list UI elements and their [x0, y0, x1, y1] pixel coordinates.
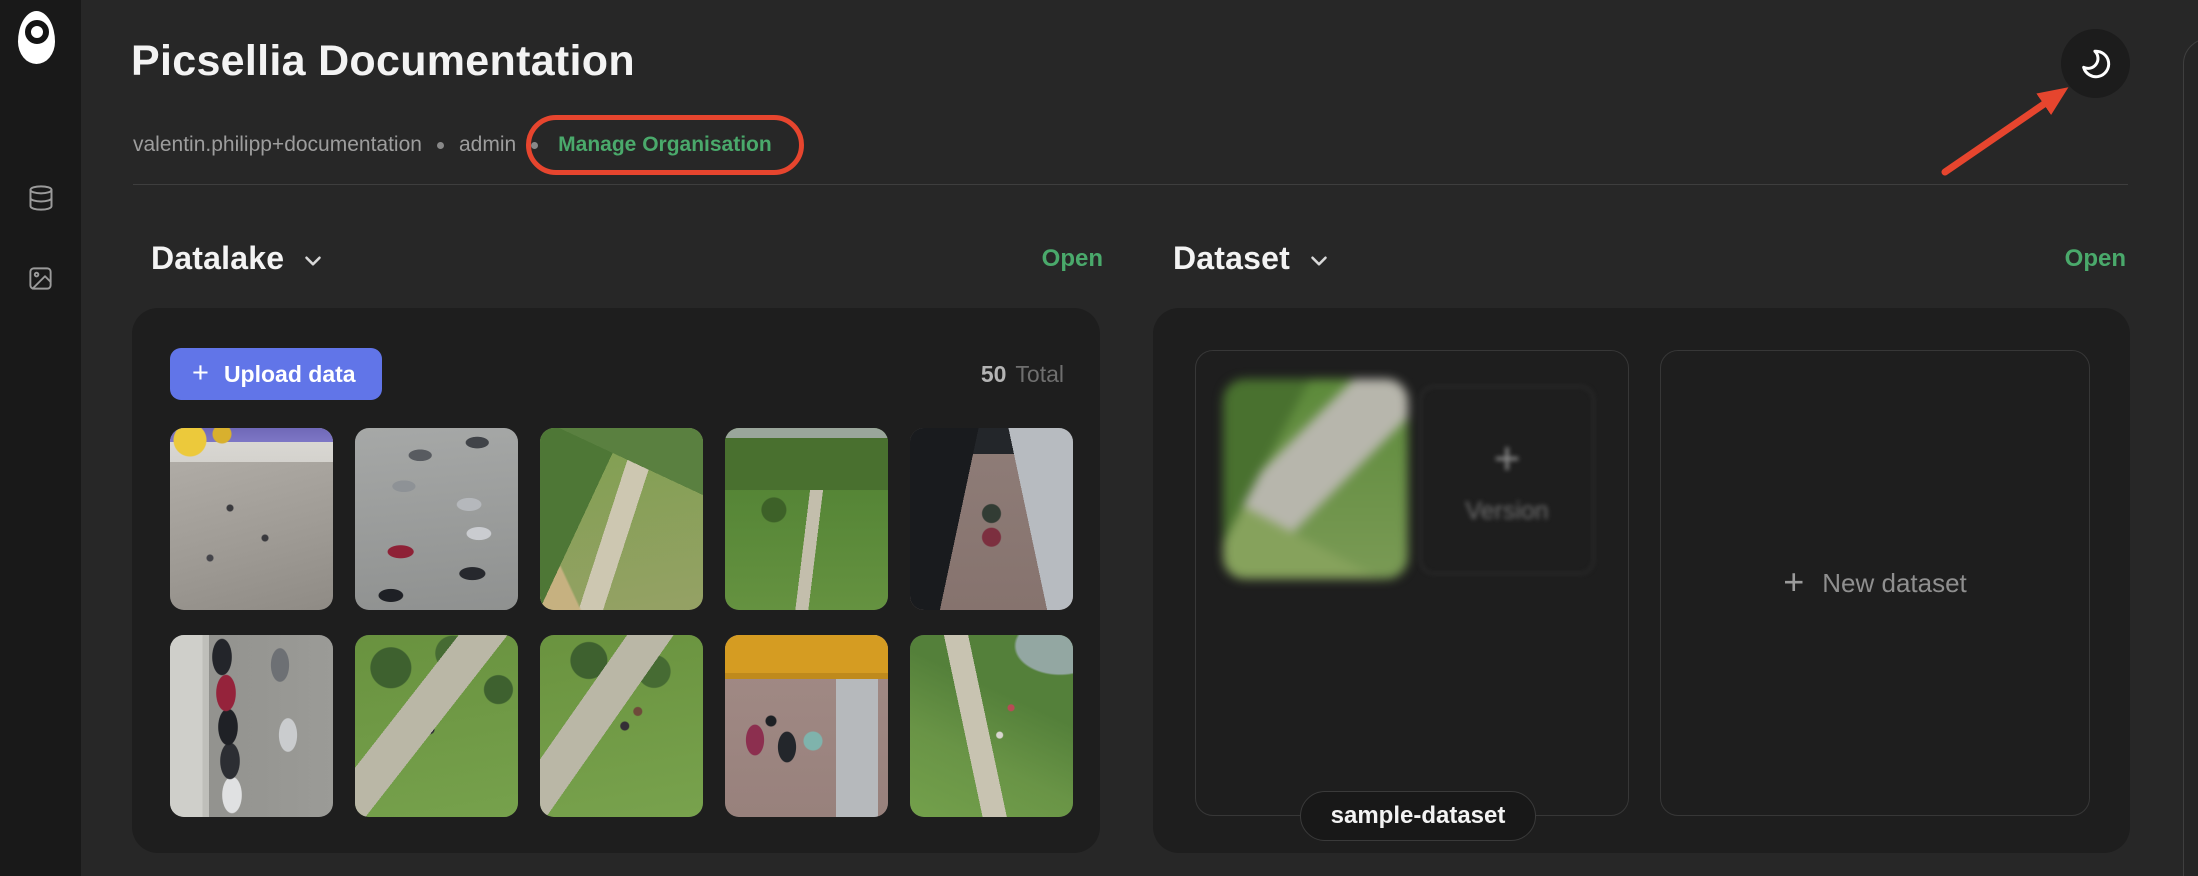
sample-dataset-name-pill: sample-dataset	[1300, 791, 1536, 841]
datalake-thumbnail[interactable]	[355, 428, 518, 610]
total-label: Total	[1015, 360, 1064, 387]
annotation-arrow-icon	[1941, 87, 2069, 176]
dataset-thumbnail	[1223, 379, 1408, 579]
image-icon	[27, 265, 54, 292]
breadcrumb: valentin.philipp+documentation admin Man…	[133, 115, 804, 175]
database-icon	[27, 184, 55, 212]
breadcrumb-role: admin	[458, 133, 517, 156]
new-dataset-card[interactable]: + New dataset	[1660, 350, 2090, 816]
sample-dataset-name: sample-dataset	[1330, 802, 1506, 829]
new-version-button[interactable]: + Version	[1420, 386, 1594, 574]
manage-organisation-link[interactable]: Manage Organisation	[558, 133, 772, 157]
datalake-thumbnail-grid	[170, 428, 1073, 817]
datalake-thumbnail[interactable]	[170, 635, 333, 817]
datalake-title: Datalake	[151, 239, 285, 276]
picsellia-logo[interactable]	[18, 11, 55, 64]
annotation-highlight-ring: Manage Organisation	[526, 115, 804, 175]
dataset-panel: + Version sample-dataset + New dataset	[1153, 308, 2130, 853]
datalake-section-header[interactable]: Datalake	[151, 236, 326, 280]
sample-dataset-card[interactable]: + Version sample-dataset	[1195, 350, 1629, 841]
offscreen-section-edge	[2183, 38, 2198, 876]
upload-data-button[interactable]: + Upload data	[170, 348, 382, 400]
picsellia-logo-ring	[25, 20, 49, 44]
datalake-thumbnail[interactable]	[725, 428, 888, 610]
breadcrumb-separator-dot	[436, 141, 444, 149]
header-divider	[133, 184, 2128, 185]
plus-icon: +	[1783, 560, 1805, 602]
plus-icon: +	[1493, 431, 1521, 484]
sidebar-item-images[interactable]	[21, 259, 60, 298]
datalake-thumbnail[interactable]	[910, 635, 1073, 817]
moon-icon	[2079, 47, 2113, 81]
datalake-thumbnail[interactable]	[910, 428, 1073, 610]
sidebar	[0, 0, 81, 876]
sidebar-item-datalake[interactable]	[21, 178, 60, 217]
chevron-down-icon	[300, 248, 326, 274]
datalake-thumbnail[interactable]	[540, 635, 703, 817]
datalake-total: 50 Total	[981, 348, 1064, 400]
dataset-title: Dataset	[1173, 239, 1291, 276]
upload-data-label: Upload data	[223, 360, 356, 387]
plus-icon: +	[192, 356, 209, 389]
page-title: Picsellia Documentation	[131, 37, 635, 85]
breadcrumb-user: valentin.philipp+documentation	[133, 133, 422, 156]
version-label: Version	[1465, 496, 1549, 525]
dataset-open-link[interactable]: Open	[2065, 245, 2126, 273]
theme-toggle-button[interactable]	[2061, 29, 2130, 98]
datalake-panel: + Upload data 50 Total	[132, 308, 1100, 853]
datalake-thumbnail[interactable]	[355, 635, 518, 817]
datalake-thumbnail[interactable]	[725, 635, 888, 817]
app-window: Picsellia Documentation valentin.philipp…	[0, 0, 2198, 876]
dataset-section-header[interactable]: Dataset	[1173, 236, 1332, 280]
total-count: 50	[980, 360, 1007, 387]
datalake-open-link[interactable]: Open	[1042, 245, 1103, 273]
new-dataset-label: New dataset	[1822, 567, 1967, 598]
chevron-down-icon	[1306, 248, 1332, 274]
datalake-thumbnail[interactable]	[170, 428, 333, 610]
datalake-thumbnail[interactable]	[540, 428, 703, 610]
